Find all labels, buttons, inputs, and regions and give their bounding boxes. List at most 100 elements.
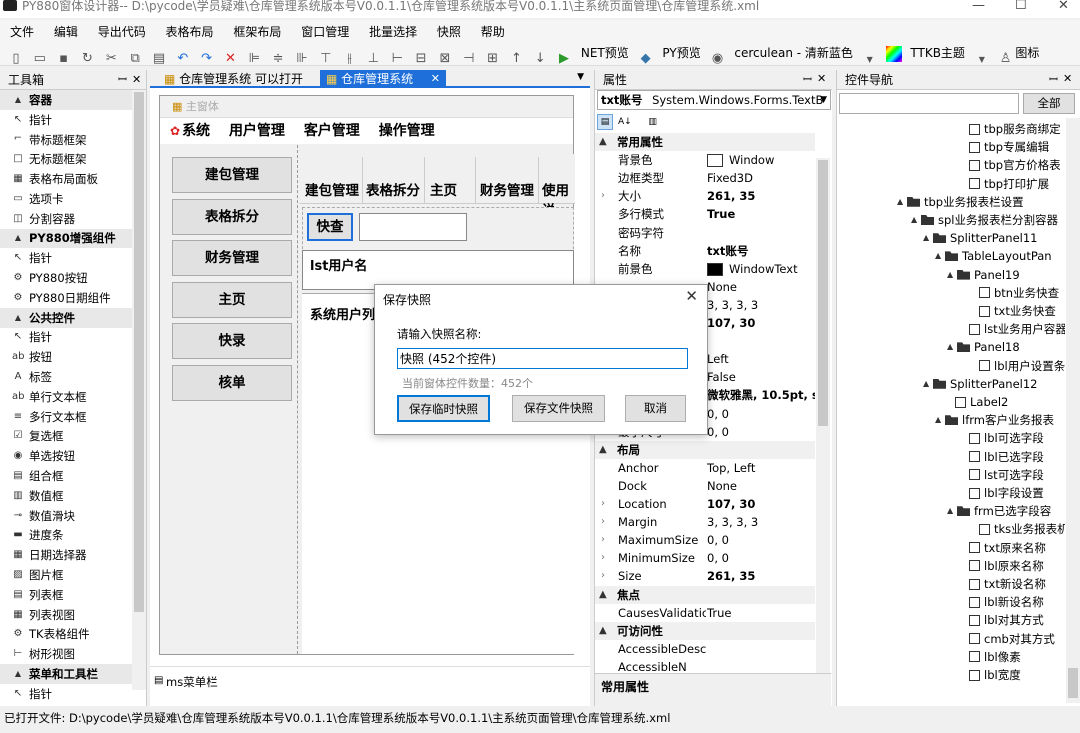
alphabetical-icon[interactable]: A↓ <box>617 115 633 131</box>
property-value[interactable]: txt账号 <box>707 242 815 260</box>
property-value[interactable]: WindowText <box>707 260 815 278</box>
nav-tree-item[interactable]: lbl可选字段 <box>969 429 1044 447</box>
expand-icon[interactable]: › <box>601 513 605 531</box>
nav-button-verify[interactable]: 核单 <box>172 365 292 401</box>
property-row[interactable]: CausesValidatic True <box>595 604 815 622</box>
copy-icon[interactable]: ⧉ <box>127 51 143 67</box>
nav-tree-item[interactable]: tbp服务商绑定 <box>969 120 1061 138</box>
tab-close-icon[interactable]: ✕ <box>431 70 440 88</box>
property-value[interactable]: 3, 3, 3, 3 <box>707 296 815 314</box>
theme-select[interactable]: cerculean - 清新蓝色 <box>734 42 853 64</box>
toolbox-category[interactable]: ▲ PY880增强组件 <box>0 228 146 249</box>
toolbox-item[interactable]: ↖ 指针 <box>0 684 146 704</box>
property-value[interactable]: None <box>707 278 815 296</box>
property-value[interactable]: 107, 30 <box>707 495 815 513</box>
property-row[interactable]: 背景色 Window <box>595 151 815 169</box>
collapse-icon[interactable]: ▲ <box>935 411 945 429</box>
collapse-icon[interactable]: ▲ <box>599 622 607 640</box>
nav-scrollbar[interactable] <box>1066 118 1080 703</box>
inner-tab-home[interactable]: 主页 <box>430 179 457 199</box>
nav-tree-item[interactable]: lbl用户设置条 <box>979 357 1065 375</box>
toolbox-item[interactable]: ▦ 表格布局面板 <box>0 169 146 189</box>
same-size-icon[interactable]: ⊠ <box>437 51 453 67</box>
nav-tree-item[interactable]: tbp打印扩展 <box>969 175 1049 193</box>
nav-tree-item[interactable]: ▲ frm已选字段容 <box>947 502 1051 520</box>
property-row[interactable]: 边框类型 Fixed3D <box>595 169 815 187</box>
toolbox-item[interactable]: A 标签 <box>0 367 146 387</box>
toolbox-item[interactable]: ▤ 列表框 <box>0 585 146 605</box>
property-row[interactable]: › Size 261, 35 <box>595 567 815 585</box>
py-preview-button[interactable]: PY预览 <box>662 42 700 64</box>
ttkb-theme-select[interactable]: TTKB主题 <box>910 42 965 64</box>
property-row[interactable]: AccessibleN <box>595 658 815 673</box>
property-row[interactable]: 多行模式 True <box>595 205 815 223</box>
close-icon[interactable]: ✕ <box>1063 72 1072 85</box>
object-selector[interactable]: txt账号 System.Windows.Forms.TextB ▼ <box>597 90 831 110</box>
pin-icon[interactable]: ꟷ <box>1049 72 1058 87</box>
toolbox-scrollbar[interactable] <box>132 90 146 690</box>
property-row[interactable]: Dock None <box>595 477 815 495</box>
toolbox-item[interactable]: ▬ 进度条 <box>0 526 146 546</box>
expand-icon[interactable]: › <box>601 531 605 549</box>
net-preview-button[interactable]: NET预览 <box>581 42 629 64</box>
toolbox-item[interactable]: ▦ 日期选择器 <box>0 545 146 565</box>
nav-tree-item[interactable]: lst可选字段 <box>969 466 1044 484</box>
property-category[interactable]: ▲ 可访问性 <box>595 621 815 640</box>
collapse-icon[interactable]: ▲ <box>947 502 957 520</box>
property-value[interactable]: None <box>707 477 815 495</box>
scroll-thumb[interactable] <box>1068 668 1078 698</box>
toolbox-item[interactable]: ab 单行文本框 <box>0 387 146 407</box>
property-row[interactable]: › Margin 3, 3, 3, 3 <box>595 513 815 531</box>
toolbox-category[interactable]: ▲ 菜单和工具栏 <box>0 664 146 684</box>
nav-tree-item[interactable]: ▲ SplitterPanel12 <box>923 375 1037 393</box>
property-category[interactable]: ▲ 常用属性 <box>595 133 815 151</box>
toolbox-item[interactable]: ↖ 指针 <box>0 248 146 268</box>
collapse-icon[interactable]: ▲ <box>947 266 957 284</box>
collapse-icon[interactable]: ▲ <box>911 211 921 229</box>
property-value[interactable]: True <box>707 205 815 223</box>
menu-batch-select[interactable]: 批量选择 <box>363 20 423 43</box>
toolbox-item[interactable]: ◉ 单选按钮 <box>0 446 146 466</box>
new-icon[interactable]: ▯ <box>8 51 24 67</box>
collapse-icon[interactable]: ▲ <box>947 338 957 356</box>
nav-tree-item[interactable]: Label2 <box>955 393 1008 411</box>
toolbox-item[interactable]: ☑ 复选框 <box>0 427 146 447</box>
nav-search-input[interactable] <box>839 93 1019 114</box>
align-middle-icon[interactable]: ⫲ <box>342 51 358 67</box>
menu-export-code[interactable]: 导出代码 <box>92 20 152 43</box>
nav-button-split[interactable]: 表格拆分 <box>172 199 292 235</box>
property-row[interactable]: Anchor Top, Left <box>595 459 815 477</box>
property-value[interactable]: 261, 35 <box>707 567 815 585</box>
nav-tree-item[interactable]: ▲ Panel18 <box>947 338 1020 356</box>
close-window-button[interactable]: ✕ <box>1058 0 1069 13</box>
maximize-button[interactable]: ☐ <box>1015 0 1027 13</box>
property-row[interactable]: AccessibleDesci <box>595 640 815 658</box>
toolbox-item[interactable]: ⊢ 树形视图 <box>0 644 146 664</box>
close-icon[interactable]: ✕ <box>132 70 141 90</box>
collapse-icon[interactable]: ▲ <box>923 375 933 393</box>
property-value[interactable]: 3, 3, 3, 3 <box>707 513 815 531</box>
menu-snapshot[interactable]: 快照 <box>431 20 467 43</box>
collapse-icon[interactable]: ▲ <box>599 441 607 459</box>
collapse-icon[interactable]: ▲ <box>935 247 945 265</box>
refresh-icon[interactable]: ↻ <box>79 51 95 67</box>
chevron-down-icon[interactable]: ▼ <box>862 52 878 68</box>
property-row[interactable]: 前景色 WindowText <box>595 260 815 278</box>
chevron-down-icon[interactable]: ▼ <box>974 52 990 68</box>
nav-tree-item[interactable]: ▲ SplitterPanel11 <box>923 229 1037 247</box>
cut-icon[interactable]: ✂ <box>103 51 119 67</box>
expand-icon[interactable]: › <box>601 187 605 205</box>
toolbox-item[interactable]: ▭ 选项卡 <box>0 189 146 209</box>
collapse-icon[interactable]: ▲ <box>599 133 607 151</box>
property-value[interactable]: Fixed3D <box>707 169 815 187</box>
nav-all-button[interactable]: 全部 <box>1023 93 1075 114</box>
property-value[interactable]: True <box>707 604 815 622</box>
toolbox-item[interactable]: ▥ 数值框 <box>0 486 146 506</box>
property-value[interactable]: False <box>707 368 815 386</box>
toolbox-item[interactable]: ab 按钮 <box>0 347 146 367</box>
toolbox-item[interactable]: ↖ 指针 <box>0 328 146 348</box>
hspace-icon[interactable]: ⊣ <box>461 51 477 67</box>
menu-help[interactable]: 帮助 <box>475 20 511 43</box>
nav-tree-item[interactable]: ▲ lfrm客户业务报表 <box>935 411 1054 429</box>
categorized-icon[interactable]: ▤ <box>597 114 613 130</box>
